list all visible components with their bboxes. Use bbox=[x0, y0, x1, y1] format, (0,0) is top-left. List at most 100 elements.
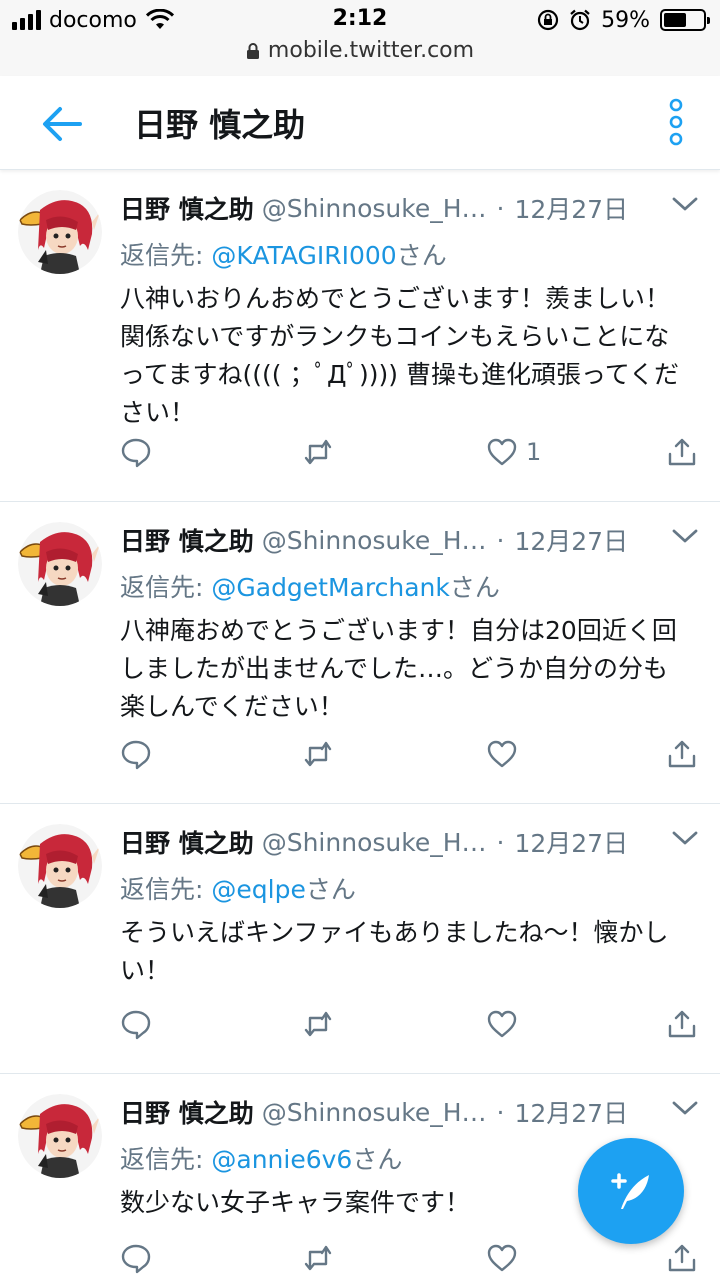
share-icon bbox=[666, 738, 698, 770]
tweet-actions: 1 bbox=[120, 432, 700, 472]
tweet[interactable]: 日野 慎之助 @Shinnosuke_H… · 12月27日 返信先: @Gad… bbox=[0, 502, 720, 804]
tweet-text: 八神いおりんおめでとうございます！羨ましい！関係ないですがランクもコインもえらい… bbox=[120, 284, 679, 427]
profile-header: 日野 慎之助 bbox=[0, 76, 720, 170]
heart-icon bbox=[486, 1242, 518, 1274]
tweet-date[interactable]: 12月27日 bbox=[514, 1094, 628, 1130]
tweet[interactable]: 日野 慎之助 @Shinnosuke_H… · 12月27日 返信先: @eql… bbox=[0, 804, 720, 1074]
tweet-date[interactable]: 12月27日 bbox=[514, 824, 628, 860]
tweet-header: 日野 慎之助 @Shinnosuke_H… · 12月27日 bbox=[120, 1094, 700, 1130]
author-handle[interactable]: @Shinnosuke_H… bbox=[262, 1098, 487, 1127]
separator-dot: · bbox=[496, 1097, 505, 1127]
share-icon bbox=[666, 436, 698, 468]
tweet-date[interactable]: 12月27日 bbox=[514, 190, 628, 226]
reply-suffix: さん bbox=[396, 241, 447, 270]
chevron-down-icon[interactable] bbox=[672, 528, 698, 544]
like-button[interactable] bbox=[486, 734, 526, 774]
reply-to-line: 返信先: @eqlpeさん bbox=[120, 870, 356, 906]
chevron-down-icon[interactable] bbox=[672, 830, 698, 846]
reply-button[interactable] bbox=[120, 734, 152, 774]
retweet-button[interactable] bbox=[302, 1004, 334, 1044]
heart-icon bbox=[486, 436, 518, 468]
battery-icon bbox=[660, 9, 710, 31]
like-button[interactable] bbox=[486, 1238, 526, 1278]
retweet-icon bbox=[302, 1242, 334, 1274]
reply-prefix: 返信先: bbox=[120, 573, 212, 602]
share-button[interactable] bbox=[666, 1004, 698, 1044]
chevron-down-icon[interactable] bbox=[672, 196, 698, 212]
retweet-icon bbox=[302, 738, 334, 770]
reply-suffix: さん bbox=[305, 875, 356, 904]
tweet-header: 日野 慎之助 @Shinnosuke_H… · 12月27日 bbox=[120, 824, 700, 860]
avatar[interactable] bbox=[18, 522, 102, 606]
reply-to-line: 返信先: @annie6v6さん bbox=[120, 1140, 402, 1176]
retweet-button[interactable] bbox=[302, 1238, 334, 1278]
reply-mention-link[interactable]: @GadgetMarchank bbox=[211, 573, 449, 602]
author-name[interactable]: 日野 慎之助 bbox=[120, 824, 254, 860]
tweet-date[interactable]: 12月27日 bbox=[514, 522, 628, 558]
author-name[interactable]: 日野 慎之助 bbox=[120, 190, 254, 226]
like-button[interactable] bbox=[486, 1004, 526, 1044]
avatar[interactable] bbox=[18, 1094, 102, 1178]
rotation-lock-icon bbox=[537, 9, 559, 31]
retweet-button[interactable] bbox=[302, 734, 334, 774]
status-bar: docomo 2:12 59% mobile.twitter.com bbox=[0, 0, 720, 76]
tweet-actions bbox=[120, 1004, 700, 1044]
author-handle[interactable]: @Shinnosuke_H… bbox=[262, 194, 487, 223]
compose-button[interactable] bbox=[578, 1138, 684, 1244]
chevron-down-icon[interactable] bbox=[672, 1100, 698, 1116]
heart-icon bbox=[486, 738, 518, 770]
tweet-actions bbox=[120, 734, 700, 774]
battery-percent: 59% bbox=[601, 7, 650, 33]
back-arrow-icon[interactable] bbox=[40, 104, 84, 144]
reply-button[interactable] bbox=[120, 1004, 152, 1044]
compose-feather-icon bbox=[611, 1173, 649, 1209]
author-handle[interactable]: @Shinnosuke_H… bbox=[262, 828, 487, 857]
like-button[interactable]: 1 bbox=[486, 432, 541, 472]
url-bar[interactable]: mobile.twitter.com bbox=[0, 38, 720, 63]
reply-icon bbox=[120, 1242, 152, 1274]
reply-mention-link[interactable]: @eqlpe bbox=[211, 875, 305, 904]
reply-suffix: さん bbox=[352, 1145, 403, 1174]
tweet-text: 八神庵おめでとうございます！自分は20回近く回しましたが出ませんでした…。どうか… bbox=[120, 616, 677, 721]
tweet[interactable]: 日野 慎之助 @Shinnosuke_H… · 12月27日 返信先: @KAT… bbox=[0, 170, 720, 502]
share-button[interactable] bbox=[666, 1238, 698, 1278]
retweet-button[interactable] bbox=[302, 432, 334, 472]
page-title: 日野 慎之助 bbox=[134, 106, 306, 144]
share-icon bbox=[666, 1242, 698, 1274]
reply-icon bbox=[120, 436, 152, 468]
retweet-icon bbox=[302, 1008, 334, 1040]
reply-prefix: 返信先: bbox=[120, 241, 212, 270]
reply-prefix: 返信先: bbox=[120, 875, 212, 904]
reply-icon bbox=[120, 738, 152, 770]
separator-dot: · bbox=[496, 193, 505, 223]
reply-mention-link[interactable]: @KATAGIRI000 bbox=[211, 241, 396, 270]
author-handle[interactable]: @Shinnosuke_H… bbox=[262, 526, 487, 555]
tweet-header: 日野 慎之助 @Shinnosuke_H… · 12月27日 bbox=[120, 522, 700, 558]
avatar[interactable] bbox=[18, 190, 102, 274]
share-button[interactable] bbox=[666, 432, 698, 472]
more-options-icon[interactable] bbox=[668, 98, 684, 146]
lock-icon bbox=[246, 42, 259, 59]
tweet-actions bbox=[120, 1238, 700, 1278]
avatar[interactable] bbox=[18, 824, 102, 908]
reply-to-line: 返信先: @GadgetMarchankさん bbox=[120, 568, 500, 604]
url-text: mobile.twitter.com bbox=[267, 38, 475, 63]
reply-to-line: 返信先: @KATAGIRI000さん bbox=[120, 236, 447, 272]
status-right: 59% bbox=[537, 6, 710, 34]
tweet-text: そういえばキンファイもありましたね〜！懐かしい！ bbox=[120, 918, 669, 985]
share-icon bbox=[666, 1008, 698, 1040]
reply-icon bbox=[120, 1008, 152, 1040]
heart-icon bbox=[486, 1008, 518, 1040]
separator-dot: · bbox=[496, 525, 505, 555]
tweet-header: 日野 慎之助 @Shinnosuke_H… · 12月27日 bbox=[120, 190, 700, 226]
reply-suffix: さん bbox=[449, 573, 500, 602]
share-button[interactable] bbox=[666, 734, 698, 774]
author-name[interactable]: 日野 慎之助 bbox=[120, 1094, 254, 1130]
author-name[interactable]: 日野 慎之助 bbox=[120, 522, 254, 558]
reply-prefix: 返信先: bbox=[120, 1145, 212, 1174]
reply-button[interactable] bbox=[120, 432, 152, 472]
timeline: 日野 慎之助 @Shinnosuke_H… · 12月27日 返信先: @KAT… bbox=[0, 170, 720, 1280]
reply-mention-link[interactable]: @annie6v6 bbox=[211, 1145, 352, 1174]
retweet-icon bbox=[302, 436, 334, 468]
reply-button[interactable] bbox=[120, 1238, 152, 1278]
